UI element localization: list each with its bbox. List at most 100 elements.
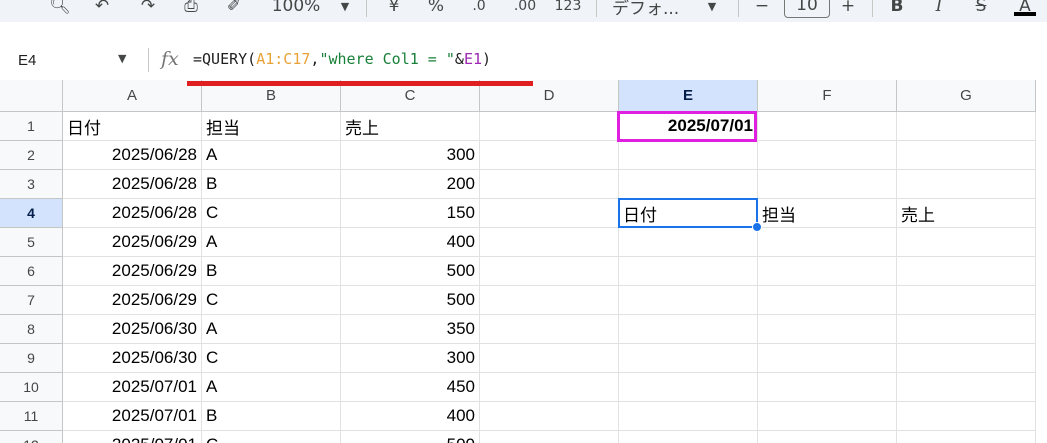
cell-g2[interactable] bbox=[897, 141, 1036, 170]
print-icon[interactable]: ⎙ bbox=[178, 0, 204, 18]
cell-c1[interactable]: 売上 bbox=[341, 112, 480, 141]
cell-f8[interactable] bbox=[758, 315, 897, 344]
cell-c12[interactable]: 500 bbox=[341, 431, 480, 443]
row-header-6[interactable]: 6 bbox=[0, 257, 63, 286]
cell-g4[interactable]: 売上 bbox=[897, 199, 1036, 228]
cell-d12[interactable] bbox=[480, 431, 619, 443]
zoom-select[interactable]: 100% bbox=[268, 0, 324, 18]
cell-f6[interactable] bbox=[758, 257, 897, 286]
decrease-font-size-icon[interactable]: − bbox=[752, 0, 772, 18]
cell-a3[interactable]: 2025/06/28 bbox=[63, 170, 202, 199]
column-header-e[interactable]: E bbox=[619, 80, 758, 112]
font-size-input[interactable]: 10 bbox=[784, 0, 830, 18]
italic-button[interactable]: I bbox=[928, 0, 950, 18]
cell-d4[interactable] bbox=[480, 199, 619, 228]
cell-c11[interactable]: 400 bbox=[341, 402, 480, 431]
bold-button[interactable]: B bbox=[886, 0, 908, 18]
cell-b9[interactable]: C bbox=[202, 344, 341, 373]
currency-format-button[interactable]: ¥ bbox=[382, 0, 406, 18]
cell-g11[interactable] bbox=[897, 402, 1036, 431]
decrease-decimal-button[interactable]: .0 bbox=[464, 0, 494, 18]
row-header-7[interactable]: 7 bbox=[0, 286, 63, 315]
cell-d8[interactable] bbox=[480, 315, 619, 344]
search-icon[interactable]: 🔍︎ bbox=[48, 0, 72, 18]
cell-b6[interactable]: B bbox=[202, 257, 341, 286]
cell-g7[interactable] bbox=[897, 286, 1036, 315]
cell-f12[interactable] bbox=[758, 431, 897, 443]
cell-a7[interactable]: 2025/06/29 bbox=[63, 286, 202, 315]
fill-handle[interactable] bbox=[752, 222, 762, 232]
column-header-a[interactable]: A bbox=[63, 80, 202, 112]
increase-decimal-button[interactable]: .00 bbox=[508, 0, 542, 18]
cell-a1[interactable]: 日付 bbox=[63, 112, 202, 141]
cell-g10[interactable] bbox=[897, 373, 1036, 402]
cell-e1[interactable]: 2025/07/01 bbox=[619, 112, 758, 141]
cell-g6[interactable] bbox=[897, 257, 1036, 286]
zoom-dropdown-icon[interactable]: ▼ bbox=[337, 0, 353, 18]
cell-a8[interactable]: 2025/06/30 bbox=[63, 315, 202, 344]
row-header-1[interactable]: 1 bbox=[0, 112, 63, 141]
cell-g5[interactable] bbox=[897, 228, 1036, 257]
cell-a6[interactable]: 2025/06/29 bbox=[63, 257, 202, 286]
row-header-4[interactable]: 4 bbox=[0, 199, 63, 228]
cell-b12[interactable]: C bbox=[202, 431, 341, 443]
strikethrough-button[interactable]: S bbox=[970, 0, 992, 18]
cell-e3[interactable] bbox=[619, 170, 758, 199]
cell-b4[interactable]: C bbox=[202, 199, 341, 228]
cell-a2[interactable]: 2025/06/28 bbox=[63, 141, 202, 170]
cell-d1[interactable] bbox=[480, 112, 619, 141]
cell-c4[interactable]: 150 bbox=[341, 199, 480, 228]
row-header-3[interactable]: 3 bbox=[0, 170, 63, 199]
cell-d10[interactable] bbox=[480, 373, 619, 402]
cell-a10[interactable]: 2025/07/01 bbox=[63, 373, 202, 402]
cell-b8[interactable]: A bbox=[202, 315, 341, 344]
cell-c5[interactable]: 400 bbox=[341, 228, 480, 257]
cell-f2[interactable] bbox=[758, 141, 897, 170]
cell-c6[interactable]: 500 bbox=[341, 257, 480, 286]
undo-icon[interactable]: ↶ bbox=[90, 0, 114, 18]
cell-e4[interactable]: 日付 bbox=[619, 199, 758, 228]
cell-e6[interactable] bbox=[619, 257, 758, 286]
cell-f4[interactable]: 担当 bbox=[758, 199, 897, 228]
cell-d7[interactable] bbox=[480, 286, 619, 315]
cell-f11[interactable] bbox=[758, 402, 897, 431]
cell-e5[interactable] bbox=[619, 228, 758, 257]
number-format-button[interactable]: 123 bbox=[552, 0, 584, 18]
cell-d11[interactable] bbox=[480, 402, 619, 431]
cell-e12[interactable] bbox=[619, 431, 758, 443]
cell-g1[interactable] bbox=[897, 112, 1036, 141]
column-header-f[interactable]: F bbox=[758, 80, 897, 112]
percent-format-button[interactable]: % bbox=[424, 0, 448, 18]
cell-b5[interactable]: A bbox=[202, 228, 341, 257]
cell-e11[interactable] bbox=[619, 402, 758, 431]
cell-e7[interactable] bbox=[619, 286, 758, 315]
cell-f5[interactable] bbox=[758, 228, 897, 257]
cell-f7[interactable] bbox=[758, 286, 897, 315]
formula-input[interactable]: =QUERY(A1:C17,"where Col1 = "&E1) bbox=[193, 50, 491, 68]
cell-d5[interactable] bbox=[480, 228, 619, 257]
font-family-select[interactable]: デフォ... bbox=[612, 0, 696, 19]
cell-b10[interactable]: A bbox=[202, 373, 341, 402]
cell-a9[interactable]: 2025/06/30 bbox=[63, 344, 202, 373]
cell-g3[interactable] bbox=[897, 170, 1036, 199]
cell-f3[interactable] bbox=[758, 170, 897, 199]
row-header-10[interactable]: 10 bbox=[0, 373, 63, 402]
cell-b7[interactable]: C bbox=[202, 286, 341, 315]
row-header-11[interactable]: 11 bbox=[0, 402, 63, 431]
cell-e8[interactable] bbox=[619, 315, 758, 344]
cell-f1[interactable] bbox=[758, 112, 897, 141]
cell-b2[interactable]: A bbox=[202, 141, 341, 170]
increase-font-size-icon[interactable]: + bbox=[838, 0, 858, 18]
cell-c8[interactable]: 350 bbox=[341, 315, 480, 344]
cell-f10[interactable] bbox=[758, 373, 897, 402]
column-header-g[interactable]: G bbox=[897, 80, 1036, 112]
row-header-5[interactable]: 5 bbox=[0, 228, 63, 257]
row-header-12[interactable]: 12 bbox=[0, 431, 63, 443]
cell-g8[interactable] bbox=[897, 315, 1036, 344]
spreadsheet-grid[interactable]: A B C D E F G 1 日付 担当 売上 2025/07/01 2 2025/06/28 A 300 3… bbox=[0, 80, 1047, 443]
cell-e2[interactable] bbox=[619, 141, 758, 170]
row-header-2[interactable]: 2 bbox=[0, 141, 63, 170]
cell-b3[interactable]: B bbox=[202, 170, 341, 199]
cell-d9[interactable] bbox=[480, 344, 619, 373]
cell-g9[interactable] bbox=[897, 344, 1036, 373]
